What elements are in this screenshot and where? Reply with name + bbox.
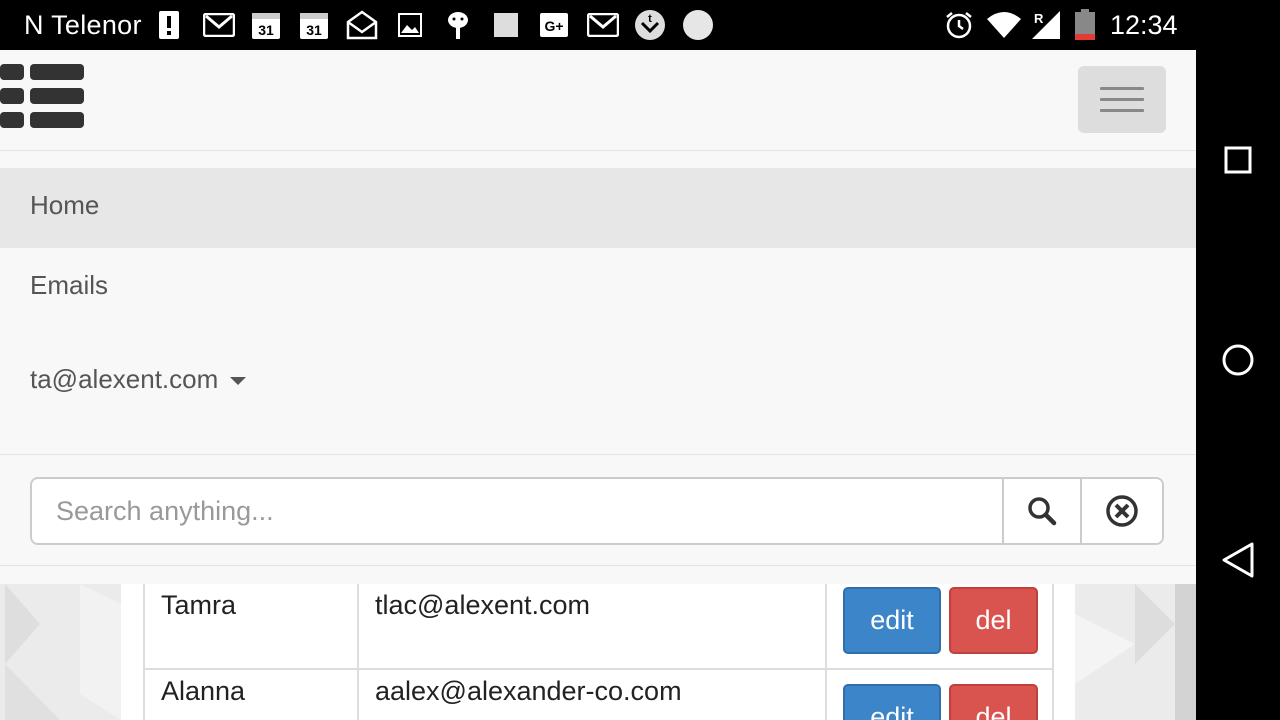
circle-icon — [682, 10, 714, 40]
image-icon — [397, 10, 423, 40]
google-plus-icon: G+ — [538, 10, 570, 40]
gmail-icon — [587, 10, 619, 40]
clock: 12:34 — [1110, 10, 1178, 40]
background-pattern — [0, 584, 121, 720]
user-dropdown[interactable]: ta@alexent.com — [0, 342, 1196, 422]
hamburger-icon — [1100, 87, 1144, 90]
alarm-icon — [943, 10, 975, 40]
svg-text:R: R — [1034, 11, 1044, 26]
contact-email: aalex@alexander-co.com — [357, 670, 825, 720]
row-actions: edit del — [825, 670, 1054, 720]
search-group — [30, 477, 1164, 545]
clear-circle-icon — [1106, 495, 1138, 527]
status-bar: N Telenor 31 31 G+ t R 12:34 — [0, 0, 1196, 50]
caret-down-icon — [230, 377, 247, 386]
alert-icon — [157, 10, 181, 40]
user-email-label: ta@alexent.com — [30, 364, 219, 394]
svg-text:31: 31 — [258, 22, 274, 38]
background-pattern — [1075, 584, 1196, 720]
edit-button[interactable]: edit — [843, 684, 941, 720]
contact-email: tlac@alexent.com — [357, 584, 825, 668]
search-button[interactable] — [1002, 479, 1080, 543]
square-icon — [492, 10, 520, 40]
system-nav-bar — [1196, 0, 1280, 720]
wifi-icon — [985, 10, 1023, 40]
nav-home-label: Home — [30, 190, 100, 220]
mail-open-icon — [345, 10, 379, 40]
contact-name: Tamra — [161, 590, 237, 620]
delete-button[interactable]: del — [949, 587, 1038, 654]
calendar-icon: 31 — [250, 10, 282, 40]
brand-bar — [0, 50, 1196, 151]
gmail-icon — [203, 10, 235, 40]
app-content: Home Emails ta@alexent.com Search anythi… — [0, 50, 1196, 720]
back-icon[interactable] — [1218, 540, 1258, 580]
svg-text:t: t — [648, 13, 652, 25]
edit-button[interactable]: edit — [843, 587, 941, 654]
table-row: Alanna aalex@alexander-co.com edit del — [145, 670, 1052, 720]
android-icon — [445, 10, 471, 40]
calendar-icon: 31 — [298, 10, 330, 40]
svg-text:31: 31 — [306, 22, 322, 38]
download-icon: t — [634, 10, 666, 40]
signal-icon: R — [1026, 10, 1062, 40]
content-area: Tamra tlac@alexent.com edit del Alanna a… — [0, 584, 1196, 720]
menu-toggle-button[interactable] — [1078, 66, 1166, 133]
search-icon — [1028, 497, 1057, 526]
nav-item-home[interactable]: Home — [0, 168, 1196, 248]
recent-apps-icon[interactable] — [1218, 140, 1258, 180]
clear-search-button[interactable] — [1080, 479, 1162, 543]
search-bar — [0, 454, 1196, 566]
svg-text:G+: G+ — [544, 18, 563, 34]
nav-item-emails[interactable]: Emails — [0, 248, 1196, 328]
battery-icon — [1072, 9, 1098, 40]
contact-name: Alanna — [161, 676, 246, 706]
row-actions: edit del — [825, 584, 1054, 668]
nav-emails-label: Emails — [30, 270, 109, 300]
carrier-name: N Telenor — [24, 10, 142, 40]
contacts-table: Tamra tlac@alexent.com edit del Alanna a… — [143, 584, 1054, 720]
delete-button[interactable]: del — [949, 684, 1038, 720]
table-row: Tamra tlac@alexent.com edit del — [145, 584, 1052, 670]
list-logo-icon[interactable] — [0, 64, 90, 132]
search-input[interactable] — [32, 479, 1002, 543]
home-icon[interactable] — [1218, 340, 1258, 380]
